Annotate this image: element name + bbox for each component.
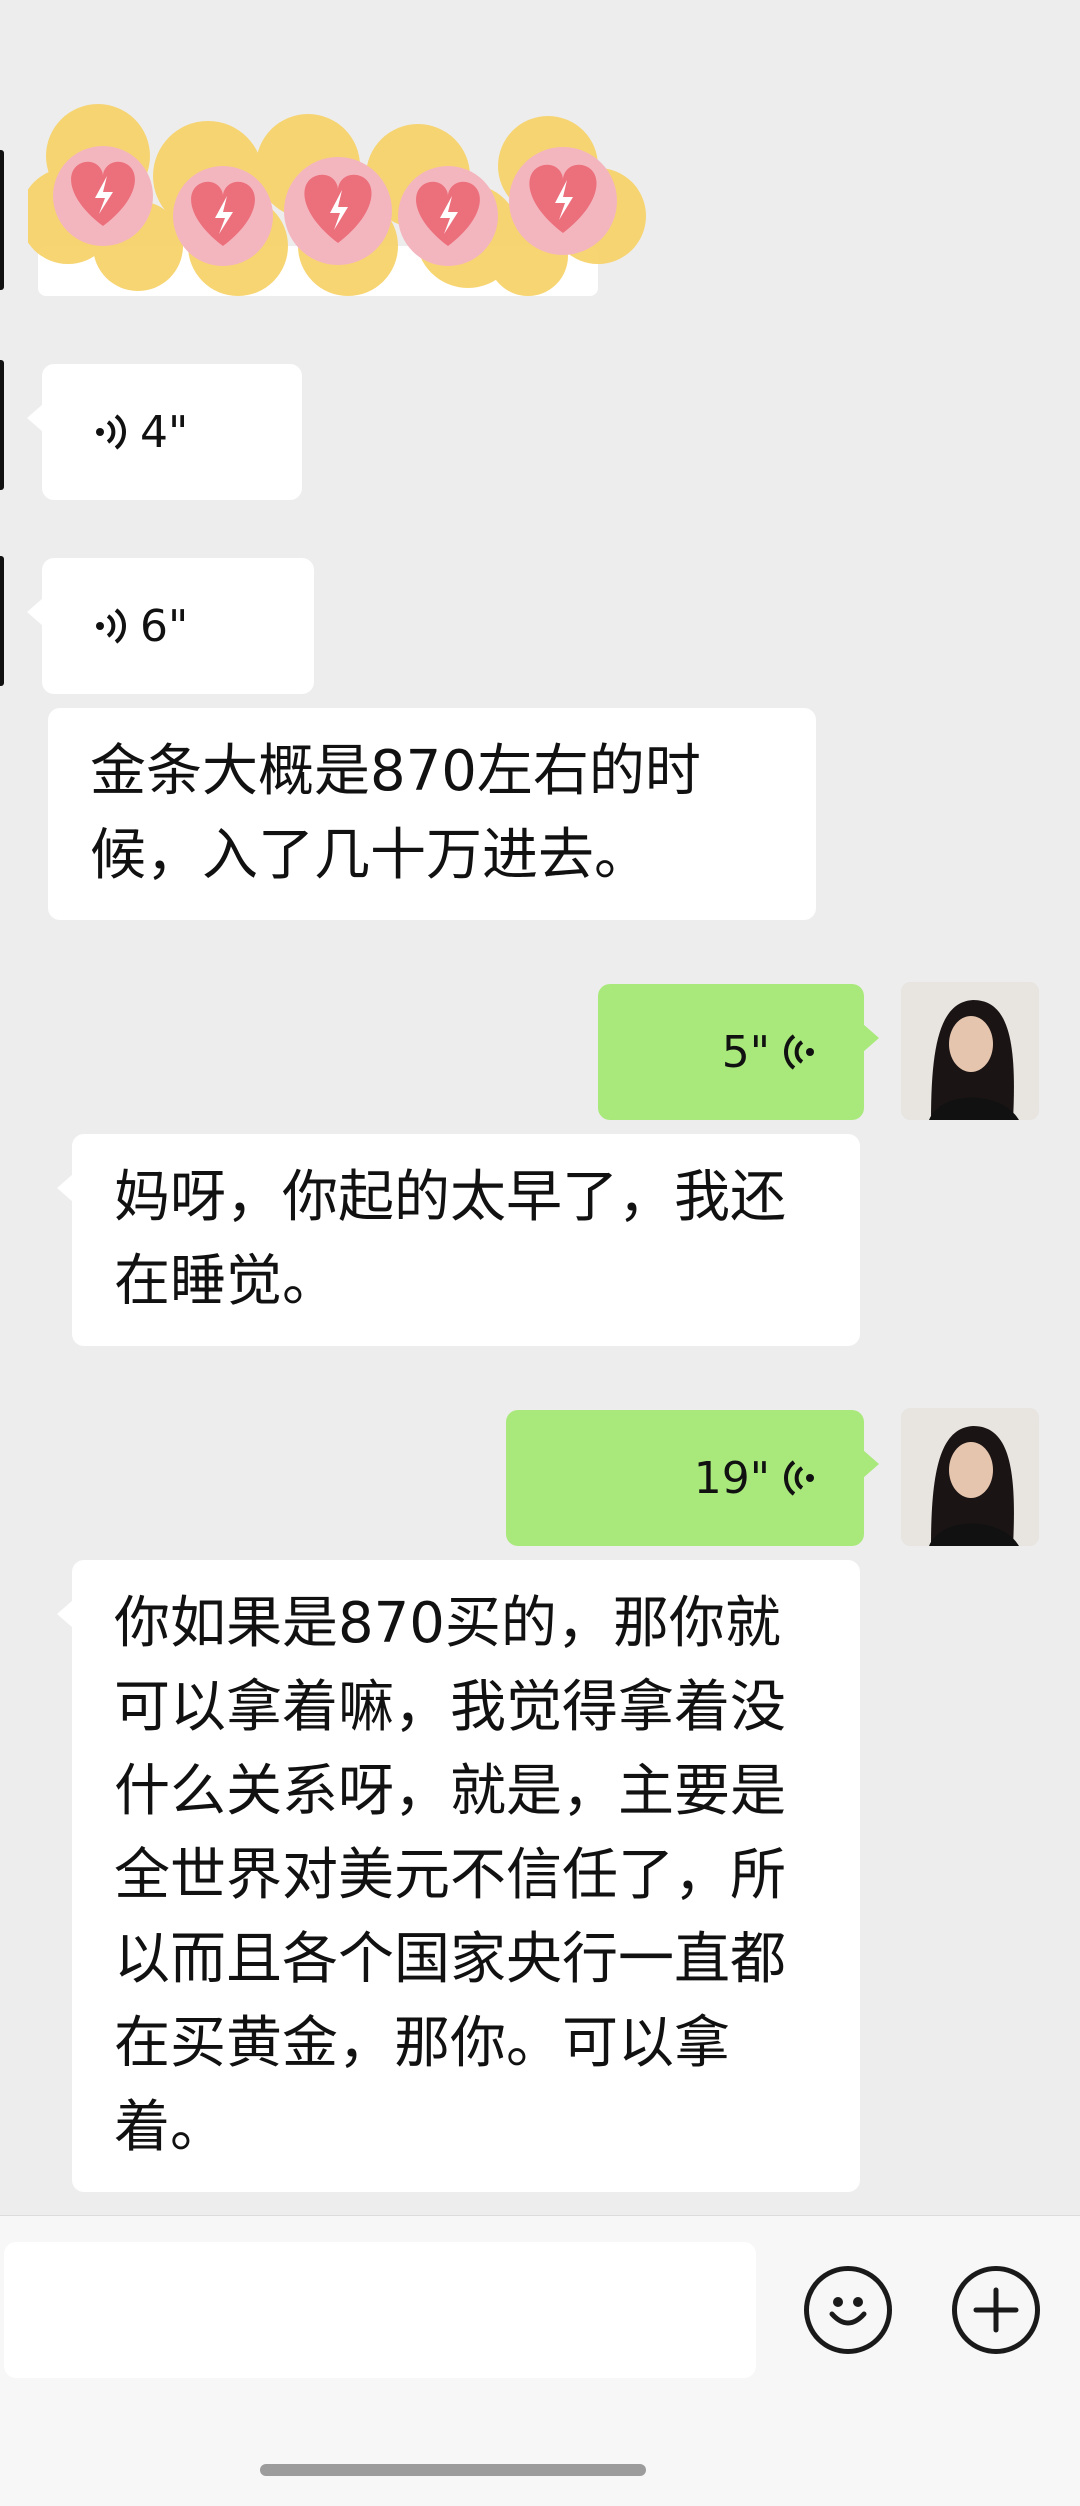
message-input[interactable] <box>4 2242 756 2378</box>
text-message-received[interactable]: 你如果是870买的，那你就可以拿着嘛，我觉得拿着没什么关系呀，就是，主要是全世界… <box>57 1560 860 2192</box>
edge-mark <box>0 556 4 686</box>
voice-wave-icon <box>784 1460 814 1496</box>
voice-duration: 5" <box>721 1026 770 1078</box>
plus-icon <box>973 2287 1019 2333</box>
hearts-sticker-image <box>20 104 646 296</box>
text-message-received[interactable]: 妈呀，你起的太早了，我还在睡觉。 <box>57 1134 860 1346</box>
emoji-button[interactable] <box>804 2266 892 2354</box>
edge-mark <box>0 150 4 290</box>
emoji-icon <box>829 2297 867 2326</box>
voice-wave-icon <box>96 608 126 644</box>
avatar[interactable] <box>901 982 1039 1120</box>
avatar-photo <box>901 982 1039 1120</box>
voice-message-received[interactable]: 6" <box>27 558 314 694</box>
voice-duration: 19" <box>693 1452 770 1504</box>
voice-duration: 6" <box>140 600 189 652</box>
hearts-sticker[interactable] <box>20 96 668 306</box>
voice-wave-icon <box>96 414 126 450</box>
input-bar <box>0 2215 1080 2506</box>
voice-message-sent[interactable]: 5" <box>598 984 879 1120</box>
edge-mark <box>0 360 4 490</box>
avatar[interactable] <box>901 1408 1039 1546</box>
voice-duration: 4" <box>140 406 189 458</box>
plus-button[interactable] <box>952 2266 1040 2354</box>
voice-message-sent[interactable]: 19" <box>506 1410 879 1546</box>
voice-message-received[interactable]: 4" <box>27 364 302 500</box>
home-indicator[interactable] <box>260 2464 646 2476</box>
voice-wave-icon <box>784 1034 814 1070</box>
avatar-photo <box>901 1408 1039 1546</box>
text-message-received[interactable]: 金条大概是870左右的时候，入了几十万进去。 <box>48 708 816 920</box>
